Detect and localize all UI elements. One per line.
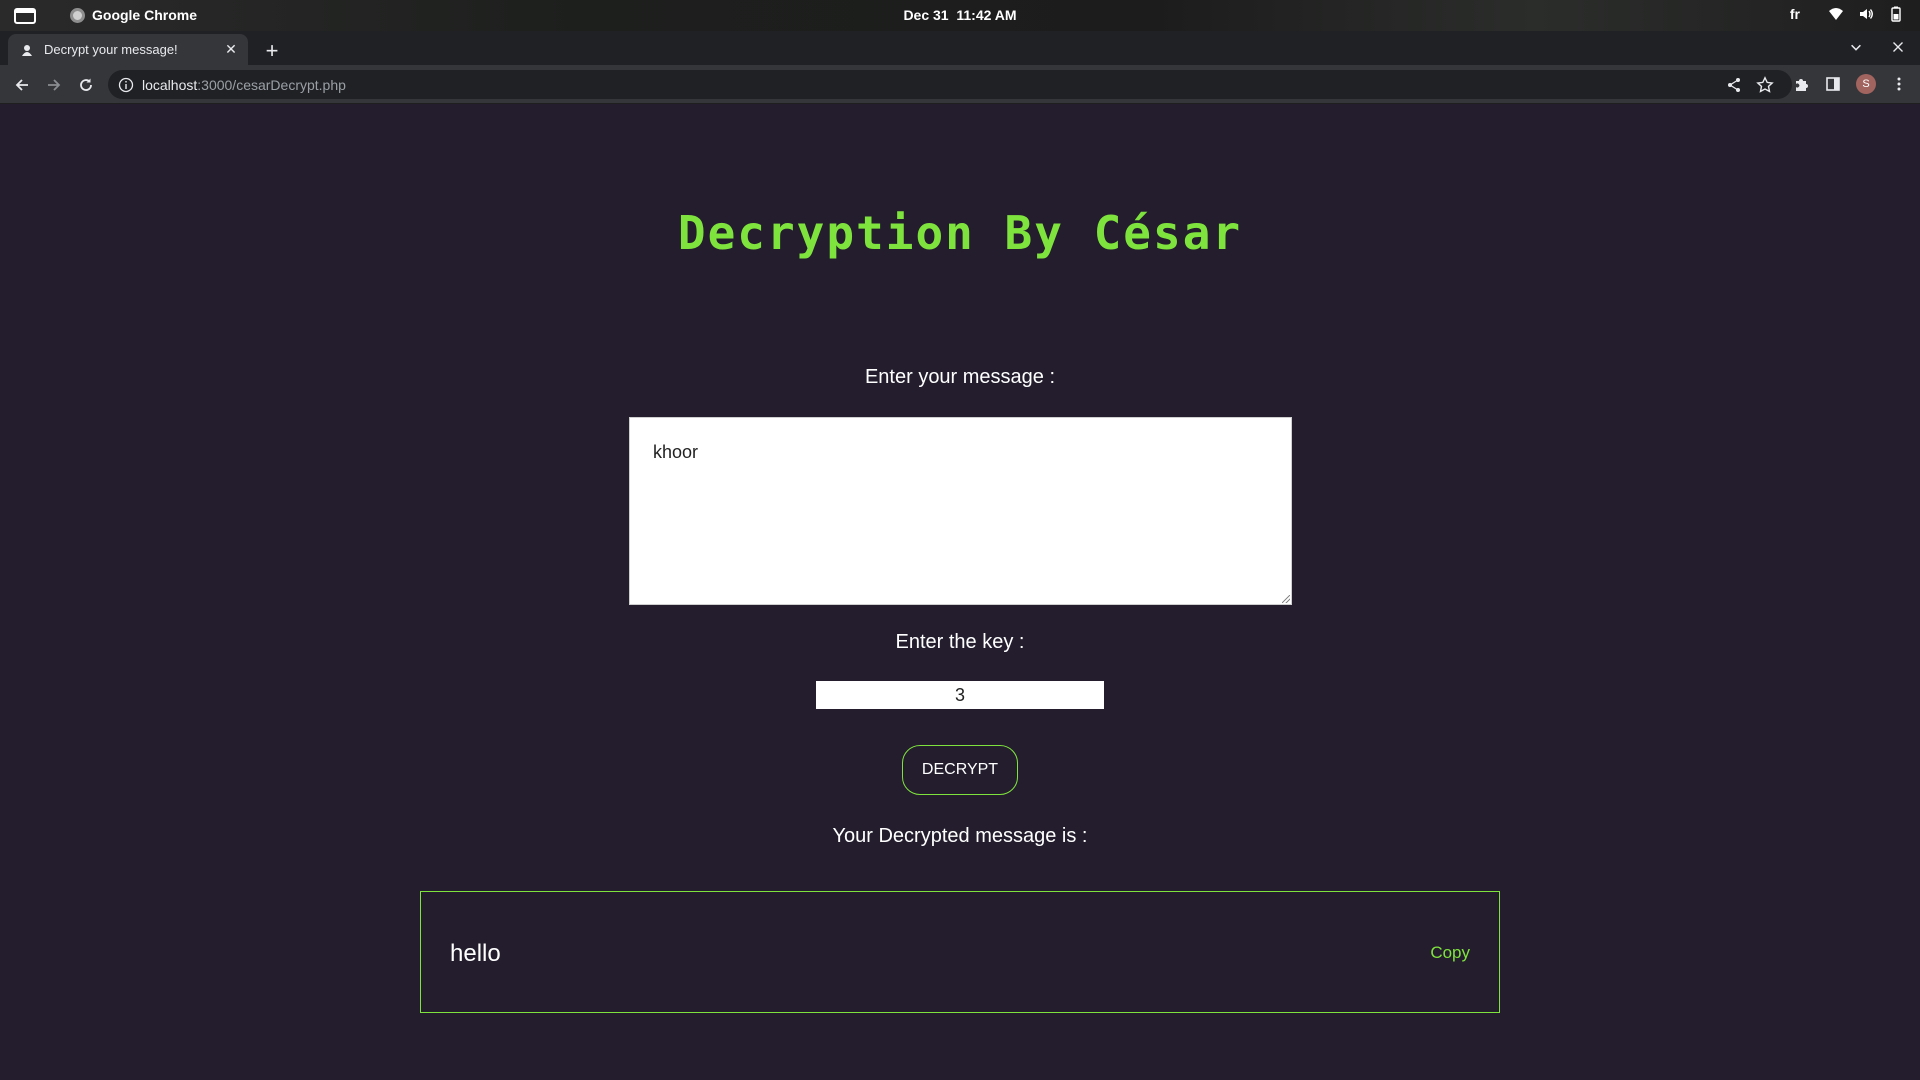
bookmark-star-icon[interactable] bbox=[1756, 76, 1774, 94]
wifi-icon bbox=[1828, 6, 1844, 22]
system-top-bar: Google Chrome Dec 31 11:42 AM fr bbox=[0, 0, 1920, 31]
back-button[interactable] bbox=[11, 74, 33, 96]
keyboard-layout[interactable]: fr bbox=[1790, 6, 1800, 22]
side-panel-icon[interactable] bbox=[1824, 75, 1842, 93]
copy-button[interactable]: Copy bbox=[1430, 943, 1470, 963]
browser-tab[interactable]: Decrypt your message! ✕ bbox=[8, 34, 248, 65]
battery-icon bbox=[1888, 6, 1904, 22]
app-indicator[interactable]: Google Chrome bbox=[70, 7, 197, 23]
result-box: hello Copy bbox=[420, 891, 1500, 1013]
result-label: Your Decrypted message is : bbox=[832, 825, 1088, 847]
tab-title: Decrypt your message! bbox=[44, 42, 178, 57]
key-input[interactable]: 3 bbox=[816, 681, 1104, 709]
reload-button[interactable] bbox=[75, 74, 97, 96]
url-text[interactable]: localhost:3000/cesarDecrypt.php bbox=[142, 77, 346, 93]
clock-time[interactable]: 11:42 AM bbox=[956, 7, 1016, 23]
forward-arrow-icon bbox=[48, 79, 61, 91]
extensions-icon[interactable] bbox=[1792, 75, 1810, 93]
profile-avatar[interactable]: S bbox=[1856, 74, 1876, 94]
resize-grip-icon[interactable] bbox=[1282, 595, 1290, 603]
tab-search-icon[interactable] bbox=[1848, 39, 1864, 55]
url-host: localhost bbox=[142, 77, 198, 93]
browser-toolbar: localhost:3000/cesarDecrypt.php S bbox=[0, 65, 1920, 104]
menu-kebab-icon[interactable] bbox=[1890, 75, 1908, 93]
app-name: Google Chrome bbox=[92, 7, 198, 23]
message-text: khoor bbox=[653, 442, 699, 462]
result-text: hello bbox=[450, 940, 501, 967]
system-tray[interactable]: fr bbox=[1790, 6, 1904, 22]
tab-close-icon[interactable]: ✕ bbox=[220, 39, 242, 61]
share-icon[interactable] bbox=[1726, 77, 1742, 93]
message-textarea[interactable]: khoor bbox=[629, 417, 1292, 605]
url-path: :3000/cesarDecrypt.php bbox=[197, 77, 346, 93]
activities-icon[interactable] bbox=[14, 8, 36, 24]
page-content: Decryption By César Enter your message :… bbox=[0, 104, 1920, 1080]
decrypt-button[interactable]: DECRYPT bbox=[902, 745, 1018, 795]
site-info-icon[interactable] bbox=[118, 77, 134, 93]
page-title: Decryption By César bbox=[677, 206, 1243, 260]
clock-date[interactable]: Dec 31 bbox=[903, 7, 948, 23]
reload-icon bbox=[80, 78, 92, 91]
back-arrow-icon bbox=[15, 79, 28, 91]
clock: Dec 31 11:42 AM bbox=[0, 7, 1920, 23]
volume-icon bbox=[1858, 6, 1874, 22]
address-bar[interactable]: localhost:3000/cesarDecrypt.php bbox=[108, 70, 1792, 99]
forward-button[interactable] bbox=[43, 74, 65, 96]
tab-favicon-icon bbox=[20, 43, 34, 57]
chrome-icon bbox=[70, 7, 85, 23]
tab-strip: Decrypt your message! ✕ + bbox=[0, 31, 1920, 65]
key-label: Enter the key : bbox=[895, 631, 1025, 653]
new-tab-button[interactable]: + bbox=[258, 37, 286, 65]
window-close-icon[interactable] bbox=[1890, 39, 1906, 55]
message-label: Enter your message : bbox=[864, 366, 1056, 388]
